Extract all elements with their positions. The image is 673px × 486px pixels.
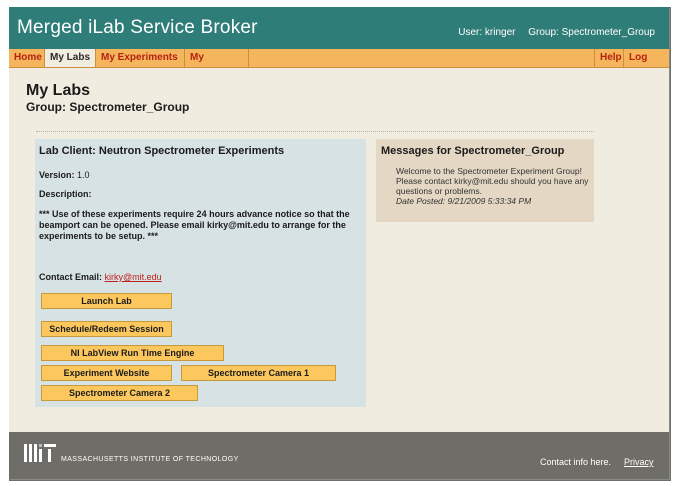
labview-runtime-button[interactable]: NI LabView Run Time Engine	[41, 345, 224, 361]
contact-email-label: Contact Email:	[39, 272, 103, 282]
description-label: Description:	[39, 189, 92, 199]
message-text: Welcome to the Spectrometer Experiment G…	[396, 166, 589, 196]
current-user: User: kringer	[458, 27, 516, 38]
nav-my-experiments[interactable]: My Experiments	[96, 49, 185, 67]
messages-title: Messages for Spectrometer_Group	[381, 145, 565, 157]
description-text: *** Use of these experiments require 24 …	[39, 209, 350, 241]
messages-panel: Messages for Spectrometer_Group Welcome …	[376, 139, 594, 222]
spectrometer-camera-2-button[interactable]: Spectrometer Camera 2	[41, 385, 198, 401]
experiment-website-button[interactable]: Experiment Website	[41, 365, 172, 381]
launch-lab-button[interactable]: Launch Lab	[41, 293, 172, 309]
institute-name: MASSACHUSETTS INSTITUTE OF TECHNOLOGY	[61, 456, 239, 463]
contact-email-link[interactable]: kirky@mit.edu	[105, 272, 162, 282]
schedule-redeem-button[interactable]: Schedule/Redeem Session	[41, 321, 172, 337]
main-nav: Home My Labs My Experiments My Account H…	[9, 49, 669, 81]
version-label: Version:	[39, 170, 75, 180]
contact-email: Contact Email: kirky@mit.edu	[39, 272, 162, 282]
mit-logo	[24, 444, 56, 462]
spectrometer-camera-1-button[interactable]: Spectrometer Camera 1	[181, 365, 336, 381]
privacy-link[interactable]: Privacy	[624, 457, 654, 467]
nav-my-labs[interactable]: My Labs	[45, 49, 96, 67]
app-title: Merged iLab Service Broker	[17, 17, 258, 38]
message-body: Welcome to the Spectrometer Experiment G…	[396, 166, 591, 206]
app-header: Merged iLab Service Broker User: kringer…	[9, 7, 669, 49]
user-info: User: kringer Group: Spectrometer_Group	[448, 27, 655, 38]
footer-contact-info: Contact info here.	[540, 457, 612, 467]
nav-log-out[interactable]: Log out	[623, 49, 669, 81]
nav-help[interactable]: Help	[594, 49, 623, 67]
message-date: Date Posted: 9/21/2009 5:33:34 PM	[396, 196, 532, 206]
lab-client-panel: Lab Client: Neutron Spectrometer Experim…	[35, 139, 366, 407]
nav-home[interactable]: Home	[9, 49, 45, 67]
current-group: Group: Spectrometer_Group	[528, 27, 655, 38]
section-divider	[36, 131, 594, 132]
page-title: My Labs	[26, 82, 91, 99]
page-group-title: Group: Spectrometer_Group	[26, 100, 190, 114]
lab-client-title: Lab Client: Neutron Spectrometer Experim…	[39, 145, 285, 157]
lab-version: Version: 1.0	[39, 170, 90, 180]
version-value: 1.0	[77, 170, 90, 180]
nav-my-account[interactable]: My Account	[185, 49, 249, 81]
footer: MASSACHUSETTS INSTITUTE OF TECHNOLOGY Co…	[9, 432, 669, 479]
